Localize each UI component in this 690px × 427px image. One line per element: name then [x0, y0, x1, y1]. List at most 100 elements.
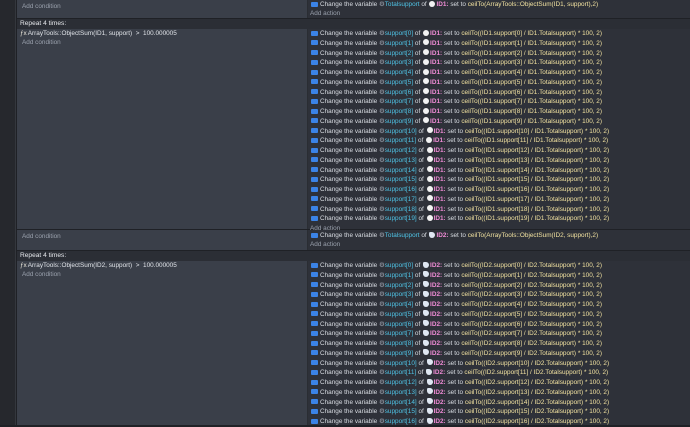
- action-row[interactable]: Change the variable ⚙support[2] of ID2: …: [308, 281, 690, 291]
- object-name: ID1:: [430, 98, 443, 106]
- action-row[interactable]: Change the variable ⚙support[3] of ID2: …: [308, 290, 690, 300]
- condition-value: 100.000005: [143, 30, 177, 37]
- action-row[interactable]: Change the variable ⚙support[8] of ID1: …: [308, 107, 690, 117]
- speech-bubble-icon: [423, 339, 430, 346]
- object-name: ID1:: [430, 30, 443, 37]
- action-row[interactable]: Change the variable ⚙support[1] of ID2: …: [308, 271, 690, 281]
- of-label: of: [418, 166, 424, 174]
- action-row[interactable]: Change the variable ⚙support[1] of ID1: …: [308, 39, 690, 49]
- expression-value: ceilTo((ID2.support[10] / ID2.Totalsuppo…: [464, 359, 610, 367]
- action-row[interactable]: Change the variable ⚙support[16] of ID1:…: [308, 185, 690, 195]
- action-row[interactable]: Change the variable ⚙support[13] of ID2:…: [308, 388, 690, 398]
- action-row[interactable]: Change the variable ⚙support[3] of ID1: …: [308, 58, 690, 68]
- action-row[interactable]: Change the variable ⚙support[13] of ID1:…: [308, 156, 690, 166]
- action-row[interactable]: Change the variable ⚙Totalsupport of ID1…: [308, 0, 690, 10]
- conditions-column: Add condition: [17, 0, 308, 18]
- action-verb: Change the variable: [320, 271, 378, 279]
- action-verb: Change the variable: [320, 59, 378, 67]
- set-to-label: set to: [443, 349, 460, 357]
- add-condition-link[interactable]: Add condition: [22, 233, 61, 240]
- action-row[interactable]: Change the variable ⚙support[19] of ID1:…: [308, 214, 690, 224]
- action-row[interactable]: Change the variable ⚙support[11] of ID2:…: [308, 368, 690, 378]
- action-row[interactable]: Change the variable ⚙support[5] of ID1: …: [308, 78, 690, 88]
- object-name: ID2:: [433, 398, 446, 406]
- variable-icon: [311, 282, 318, 287]
- object-name: ID2:: [433, 379, 446, 386]
- action-row[interactable]: Change the variable ⚙support[7] of ID1: …: [308, 97, 690, 107]
- action-row[interactable]: Change the variable ⚙support[8] of ID2: …: [308, 339, 690, 349]
- condition-row[interactable]: ƒxArrayTools::ObjectSum(ID2, support) > …: [17, 261, 307, 271]
- action-verb: Change the variable: [320, 156, 378, 164]
- variable-icon: [311, 206, 318, 211]
- action-row[interactable]: Change the variable ⚙support[4] of ID1: …: [308, 68, 690, 78]
- moon-icon: [426, 156, 433, 163]
- action-row[interactable]: Change the variable ⚙support[4] of ID2: …: [308, 300, 690, 310]
- expression-value: ceilTo((ID1.support[13] / ID1.Totalsuppo…: [464, 156, 610, 164]
- variable-name: ⚙support[10]: [378, 127, 417, 135]
- add-action-link[interactable]: Add action: [310, 241, 340, 248]
- object-name: ID1:: [433, 195, 446, 203]
- of-label: of: [418, 205, 424, 213]
- action-row[interactable]: Change the variable ⚙support[10] of ID1:…: [308, 127, 690, 137]
- variable-icon: [311, 389, 318, 395]
- action-row[interactable]: Change the variable ⚙support[0] of ID1: …: [308, 29, 690, 39]
- moon-icon: [426, 205, 433, 211]
- action-verb: Change the variable: [320, 320, 378, 328]
- of-label: of: [418, 418, 424, 425]
- variable-name: ⚙support[9]: [378, 349, 414, 357]
- action-verb: Change the variable: [320, 166, 378, 174]
- action-row[interactable]: Change the variable ⚙support[7] of ID2: …: [308, 329, 690, 339]
- variable-icon: [311, 340, 318, 346]
- action-row[interactable]: Change the variable ⚙support[9] of ID1: …: [308, 117, 690, 127]
- set-to-label: set to: [447, 359, 464, 367]
- of-label: of: [414, 30, 421, 37]
- expression-value: ceilTo((ID2.support[7] / ID2.Totalsuppor…: [461, 330, 602, 338]
- expression-value: ceilTo((ID2.support[13] / ID2.Totalsuppo…: [464, 388, 610, 396]
- action-row[interactable]: Change the variable ⚙support[12] of ID2:…: [308, 378, 690, 388]
- set-to-label: set to: [450, 232, 466, 239]
- action-row[interactable]: Change the variable ⚙support[6] of ID1: …: [308, 88, 690, 98]
- condition-expression: ArrayTools::ObjectSum(ID1, support): [27, 30, 133, 37]
- expression-value: ceilTo((ID2.support[9] / ID2.Totalsuppor…: [461, 349, 602, 357]
- add-condition-link[interactable]: Add condition: [22, 271, 61, 278]
- action-row[interactable]: Change the variable ⚙support[5] of ID2: …: [308, 310, 690, 320]
- action-row[interactable]: Change the variable ⚙support[17] of ID1:…: [308, 195, 690, 205]
- action-row[interactable]: Change the variable ⚙support[11] of ID1:…: [308, 136, 690, 146]
- repeat-header[interactable]: Repeat 4 times:: [17, 19, 690, 29]
- expression-value: ceilTo((ID2.support[4] / ID2.Totalsuppor…: [461, 301, 602, 308]
- condition-row[interactable]: ƒxArrayTools::ObjectSum(ID1, support) > …: [17, 29, 307, 39]
- action-row[interactable]: Change the variable ⚙support[9] of ID2: …: [308, 349, 690, 359]
- set-to-label: set to: [447, 147, 464, 154]
- action-row[interactable]: Change the variable ⚙support[0] of ID2: …: [308, 261, 690, 271]
- object-name: ID2:: [430, 301, 443, 308]
- repeat-header[interactable]: Repeat 4 times:: [17, 251, 690, 261]
- action-row[interactable]: Change the variable ⚙support[16] of ID2:…: [308, 417, 690, 427]
- add-condition-link[interactable]: Add condition: [22, 3, 61, 10]
- variable-icon: [311, 291, 318, 297]
- action-row[interactable]: Change the variable ⚙Totalsupport of ID2…: [308, 231, 690, 241]
- action-row[interactable]: Change the variable ⚙support[2] of ID1: …: [308, 49, 690, 59]
- of-label: of: [414, 330, 421, 338]
- variable-name: ⚙support[1]: [378, 271, 414, 279]
- action-row[interactable]: Change the variable ⚙support[15] of ID1:…: [308, 175, 690, 185]
- expression-value: ceilTo((ID1.support[19] / ID1.Totalsuppo…: [464, 215, 610, 223]
- of-label: of: [414, 69, 421, 76]
- repeat-event-id1[interactable]: ƒxArrayTools::ObjectSum(ID1, support) > …: [17, 29, 690, 232]
- action-row[interactable]: Change the variable ⚙support[6] of ID2: …: [308, 320, 690, 330]
- action-row[interactable]: Change the variable ⚙support[14] of ID1:…: [308, 166, 690, 176]
- action-row[interactable]: Change the variable ⚙support[15] of ID2:…: [308, 407, 690, 417]
- repeat-event-id2[interactable]: ƒxArrayTools::ObjectSum(ID2, support) > …: [17, 261, 690, 425]
- add-action-link[interactable]: Add action: [310, 10, 340, 17]
- add-condition-link[interactable]: Add condition: [22, 39, 61, 46]
- event-totalsupport-id1[interactable]: Add condition Change the variable ⚙Total…: [17, 0, 690, 18]
- set-to-label: set to: [447, 127, 464, 135]
- action-row[interactable]: Change the variable ⚙support[14] of ID2:…: [308, 398, 690, 408]
- of-label: of: [418, 215, 424, 223]
- event-totalsupport-id2[interactable]: Add condition Change the variable ⚙Total…: [17, 230, 690, 250]
- action-row[interactable]: Change the variable ⚙support[10] of ID2:…: [308, 359, 690, 369]
- action-row[interactable]: Change the variable ⚙support[12] of ID1:…: [308, 146, 690, 156]
- action-row[interactable]: Change the variable ⚙support[18] of ID1:…: [308, 205, 690, 215]
- action-verb: Change the variable: [320, 78, 378, 86]
- variable-icon: [311, 128, 318, 133]
- variable-name: ⚙support[3]: [378, 59, 414, 67]
